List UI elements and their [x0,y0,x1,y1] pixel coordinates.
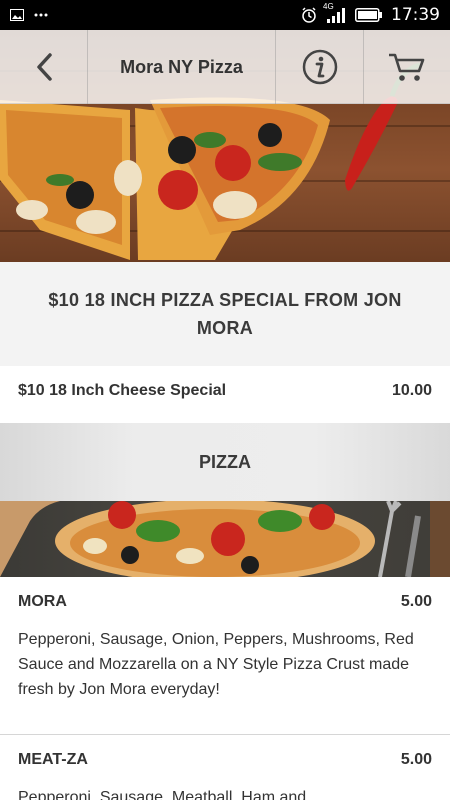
item-name: MORA [18,593,67,610]
menu-item[interactable]: $10 18 Inch Cheese Special 10.00 [0,366,450,423]
item-description: Pepperoni, Sausage, Meatball, Ham and [18,789,307,800]
item-price: 5.00 [400,751,432,768]
section-heading-special: $10 18 INCH PIZZA SPECIAL FROM JON MORA [0,262,450,366]
item-name: $10 18 Inch Cheese Special [18,382,227,399]
cart-icon [388,51,426,83]
section-heading-pizza: PIZZA [0,423,450,501]
info-button[interactable] [276,30,364,104]
more-dots-icon [34,13,48,17]
menu-item[interactable]: MORA 5.00 Pepperoni, Sausage, Onion, Pep… [0,577,450,735]
cart-button[interactable] [364,30,450,104]
network-type: 4G [323,2,334,11]
item-price: 10.00 [391,382,432,399]
menu-item[interactable]: MEAT-ZA 5.00 Pepperoni, Sausage, Meatbal… [0,735,450,800]
item-price: 5.00 [400,593,432,610]
top-navigation-bar: Mora NY Pizza [0,30,450,104]
back-arrow-icon [34,51,54,83]
battery-icon [355,8,383,22]
page-title: Mora NY Pizza [88,30,276,104]
item-description: Pepperoni, Sausage, Onion, Peppers, Mush… [18,631,414,698]
info-icon [302,49,338,85]
back-button[interactable] [0,30,88,104]
item-name: MEAT-ZA [18,751,88,768]
status-bar: 4G 17:39 [0,0,450,30]
status-time: 17:39 [391,5,440,25]
alarm-icon [301,7,317,23]
image-icon [10,9,24,21]
signal-icon: 4G [323,2,347,23]
pizza-banner-image [0,501,450,577]
